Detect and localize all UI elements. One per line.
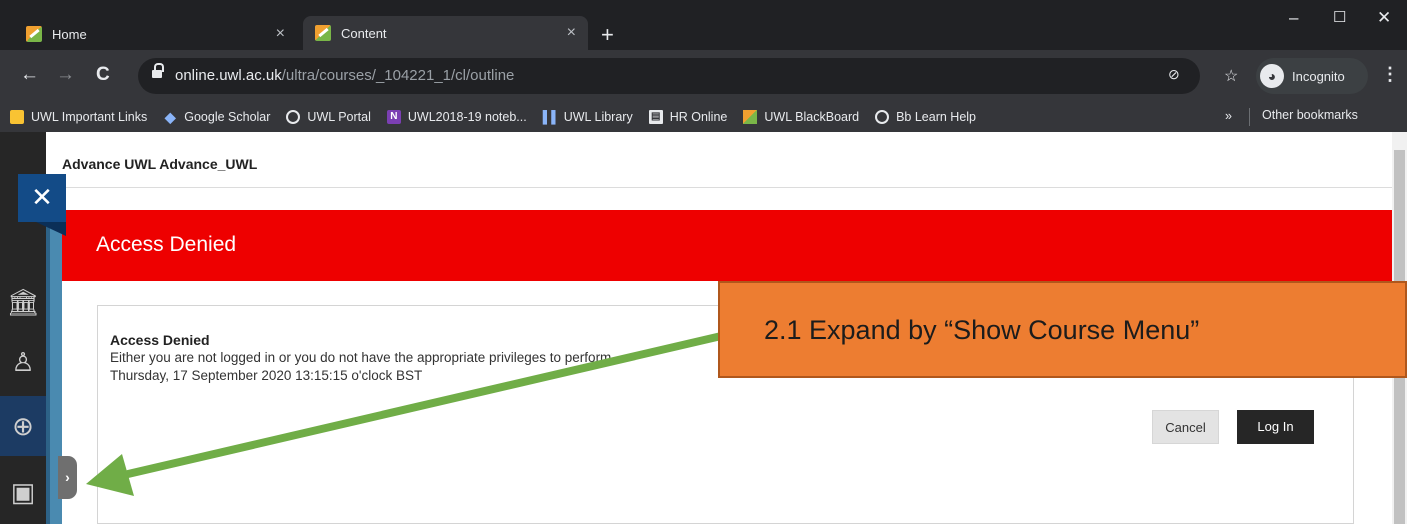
menu-kebab-icon[interactable]: ⋮ (1381, 64, 1399, 85)
bookmark-star-icon[interactable]: ☆ (1224, 66, 1238, 86)
blackboard-icon (743, 110, 758, 124)
annotation-text: 2.1 Expand by “Show Course Menu” (764, 315, 1200, 345)
close-icon: ✕ (31, 182, 53, 212)
tab-label: Content (341, 25, 387, 41)
bookmark-uwl-library[interactable]: ▌▌ UWL Library (543, 110, 633, 124)
onenote-icon: N (386, 110, 401, 124)
window-close-icon[interactable]: ✕ (1377, 8, 1391, 28)
library-icon: ▌▌ (542, 110, 560, 124)
show-course-menu-button[interactable]: › (58, 456, 77, 499)
incognito-badge[interactable]: ◕ Incognito (1256, 58, 1368, 94)
tracking-blocked-icon[interactable]: ⊘ (1168, 66, 1180, 83)
error-banner: Access Denied (62, 210, 1392, 281)
error-message: Either you are not logged in or you do n… (110, 350, 612, 365)
bookmark-hr-online[interactable]: ▤ HR Online (648, 110, 727, 124)
tab-close-icon[interactable]: × (276, 25, 285, 43)
url-text[interactable]: online.uwl.ac.uk/ultra/courses/_104221_1… (175, 67, 514, 84)
incognito-icon: ◕ (1260, 64, 1284, 88)
profile-icon[interactable]: ♙ (0, 332, 46, 392)
cancel-button[interactable]: Cancel (1152, 410, 1219, 444)
tab-content[interactable]: Content × (303, 16, 588, 50)
error-title: Access Denied (110, 332, 210, 348)
banner-title: Access Denied (96, 233, 237, 256)
hr-icon: ▤ (648, 110, 663, 124)
other-bookmarks[interactable]: Other bookmarks (1262, 108, 1358, 122)
error-timestamp: Thursday, 17 September 2020 13:15:15 o'c… (110, 368, 423, 383)
tab-home[interactable]: Home × (14, 18, 297, 50)
course-header: Advance UWL Advance_UWL (46, 132, 1392, 188)
screen: Home × Content × + – ☐ ✕ ← → C online.uw… (0, 0, 1407, 524)
globe-icon (286, 110, 301, 124)
globe-icon[interactable]: ⊕ (0, 396, 46, 456)
course-title: Advance UWL Advance_UWL (62, 156, 258, 172)
courses-icon[interactable]: ▣ (0, 462, 46, 522)
folder-icon (10, 110, 24, 124)
maximize-icon[interactable]: ☐ (1333, 8, 1346, 26)
bookmark-bb-learn-help[interactable]: Bb Learn Help (875, 110, 976, 124)
institution-icon[interactable]: 🏛 (0, 272, 46, 332)
browser-toolbar: ← → C online.uwl.ac.uk/ultra/courses/_10… (0, 50, 1407, 102)
bookmarks-overflow-button[interactable]: » (1225, 109, 1232, 123)
bookmarks-divider (1249, 108, 1250, 126)
minimize-icon[interactable]: – (1289, 8, 1298, 28)
forward-icon[interactable]: → (56, 64, 75, 86)
incognito-label: Incognito (1292, 68, 1345, 84)
login-button[interactable]: Log In (1237, 410, 1314, 444)
bookmark-google-scholar[interactable]: ◆ Google Scholar (163, 109, 271, 125)
scholar-icon: ◆ (164, 109, 176, 125)
chevron-right-icon: › (65, 469, 70, 485)
globe-icon (875, 110, 890, 124)
bookmark-onenote[interactable]: N UWL2018-19 noteb... (386, 110, 527, 124)
blackboard-icon (315, 25, 331, 41)
tab-label: Home (52, 26, 87, 42)
reload-icon[interactable]: C (96, 64, 110, 86)
bookmark-uwl-important-links[interactable]: UWL Important Links (10, 110, 147, 124)
bookmark-uwl-blackboard[interactable]: UWL BlackBoard (743, 110, 859, 124)
back-icon[interactable]: ← (20, 64, 39, 86)
close-panel-button[interactable]: ✕ (18, 174, 66, 236)
address-bar[interactable]: online.uwl.ac.uk/ultra/courses/_104221_1… (138, 58, 1200, 94)
bookmarks-bar: UWL Important Links ◆ Google Scholar UWL … (0, 102, 1407, 132)
lock-icon (152, 63, 164, 80)
annotation-callout: 2.1 Expand by “Show Course Menu” (718, 281, 1407, 378)
bookmark-uwl-portal[interactable]: UWL Portal (286, 110, 371, 124)
tab-close-icon[interactable]: × (567, 24, 576, 42)
new-tab-button[interactable]: + (601, 22, 614, 48)
blackboard-icon (26, 26, 42, 42)
